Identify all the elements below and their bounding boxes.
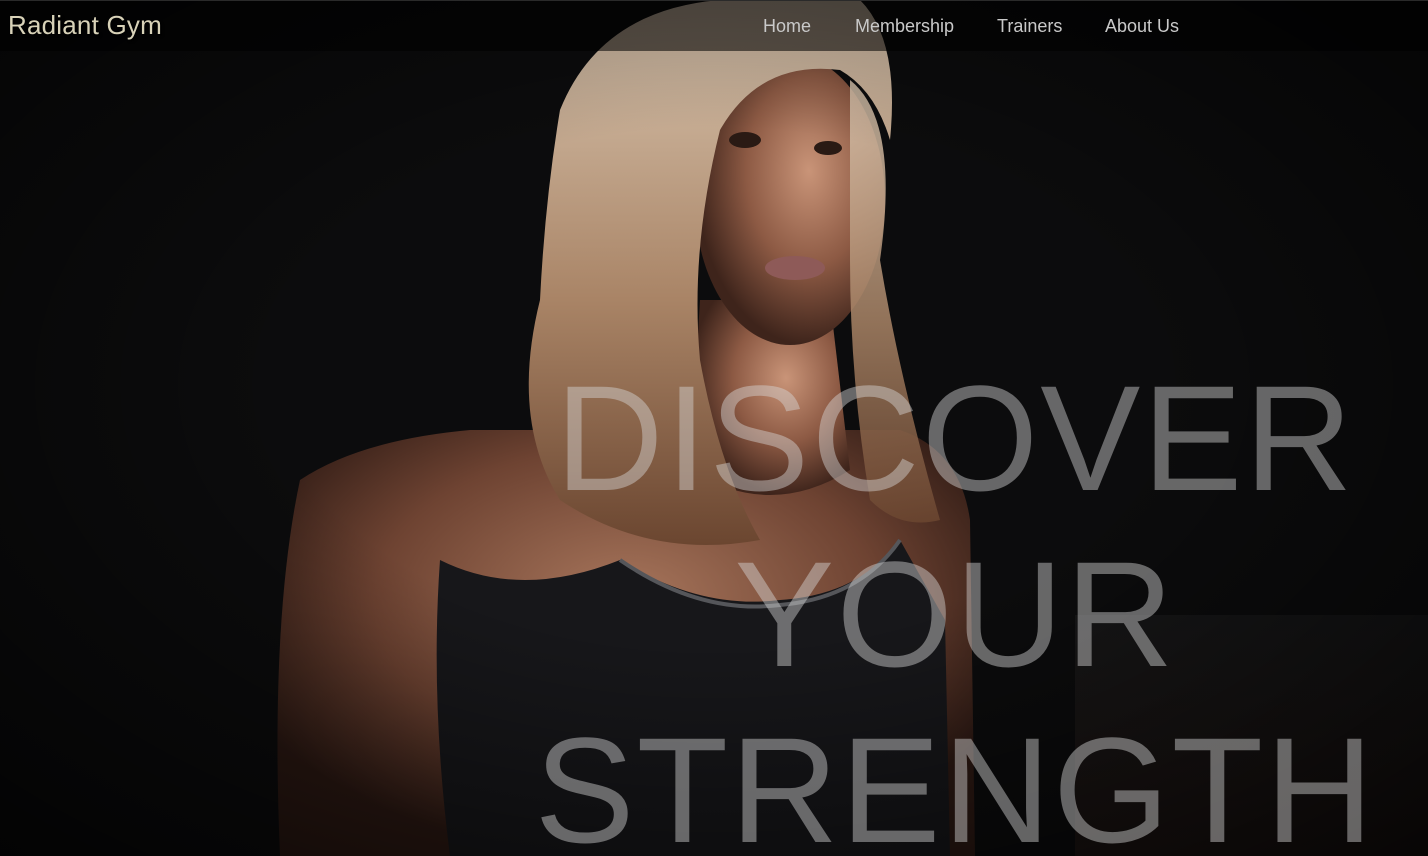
hero-page: Radiant Gym Home Membership Trainers Abo…	[0, 0, 1428, 856]
nav-link-membership[interactable]: Membership	[855, 16, 954, 37]
brand-logo[interactable]: Radiant Gym	[8, 10, 162, 41]
headline-line-3: STRENGTH	[534, 706, 1376, 856]
top-navbar: Radiant Gym Home Membership Trainers Abo…	[0, 0, 1428, 51]
headline-line-1: DISCOVER	[555, 354, 1355, 522]
nav-link-home[interactable]: Home	[763, 16, 811, 37]
hero-headline: DISCOVER YOUR STRENGTH	[520, 350, 1390, 856]
headline-line-2: YOUR	[734, 530, 1176, 698]
nav-link-trainers[interactable]: Trainers	[997, 16, 1062, 37]
nav-link-about-us[interactable]: About Us	[1105, 16, 1179, 37]
